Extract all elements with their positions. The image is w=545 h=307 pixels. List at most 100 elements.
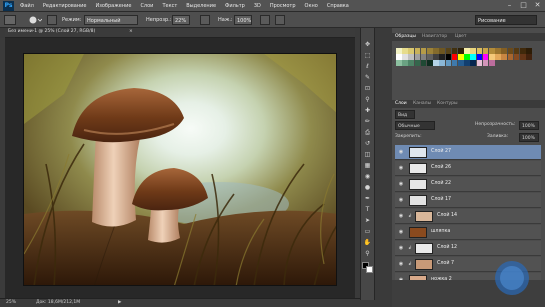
layer-row[interactable]: ◉ ↲ Слой 12 bbox=[395, 241, 541, 256]
swatch[interactable] bbox=[402, 54, 408, 60]
swatch[interactable] bbox=[489, 60, 495, 66]
swatch[interactable] bbox=[513, 48, 520, 54]
menu-item[interactable]: Фильтр bbox=[225, 3, 245, 9]
swatches-panel-tab[interactable]: Цвет bbox=[455, 34, 467, 39]
flow-input[interactable]: 100% bbox=[234, 15, 252, 25]
layer-opacity-input[interactable]: 100% bbox=[519, 121, 539, 130]
minimize-icon[interactable]: – bbox=[505, 1, 514, 10]
stamp-icon[interactable]: ⎙ bbox=[362, 128, 373, 137]
zoom-readout[interactable]: 25% bbox=[6, 300, 16, 305]
swatch[interactable] bbox=[507, 48, 514, 54]
menu-item[interactable]: Файл bbox=[20, 3, 34, 9]
airbrush-icon[interactable] bbox=[260, 15, 270, 25]
swatch[interactable] bbox=[396, 60, 402, 66]
swatch[interactable] bbox=[507, 54, 514, 60]
swatch[interactable] bbox=[445, 60, 452, 66]
zoom-icon[interactable]: ⚲ bbox=[362, 249, 373, 258]
swatch[interactable] bbox=[451, 54, 458, 60]
swatch[interactable] bbox=[501, 48, 507, 54]
layers-panel-tab[interactable]: Каналы bbox=[413, 101, 431, 106]
swatch[interactable] bbox=[408, 54, 414, 60]
swatch[interactable] bbox=[408, 60, 414, 66]
swatches-panel-tab[interactable]: Образцы bbox=[395, 34, 416, 39]
swatch[interactable] bbox=[464, 54, 470, 60]
mode-select[interactable]: Нормальный bbox=[84, 15, 138, 25]
swatch[interactable] bbox=[476, 54, 483, 60]
quick-select-icon[interactable]: ✎ bbox=[362, 73, 373, 82]
swatch[interactable] bbox=[433, 60, 439, 66]
layer-row[interactable]: ◉ Слой 27 bbox=[395, 145, 541, 160]
swatch[interactable] bbox=[482, 48, 489, 54]
swatch[interactable] bbox=[458, 60, 464, 66]
swatch[interactable] bbox=[520, 54, 526, 60]
swatch[interactable] bbox=[420, 60, 427, 66]
brush-icon[interactable]: ✏ bbox=[362, 117, 373, 126]
menu-item[interactable]: 3D bbox=[254, 3, 261, 9]
swatches-panel-tab[interactable]: Навигатор bbox=[422, 34, 447, 39]
layer-row[interactable]: ◉ Слой 26 bbox=[395, 161, 541, 176]
visibility-eye-icon[interactable]: ◉ bbox=[397, 261, 405, 267]
brush-preset-picker[interactable] bbox=[28, 15, 43, 25]
swatch[interactable] bbox=[396, 54, 402, 60]
document-tab[interactable]: Без имени-1 @ 25% (Слой 27, RGB/8) × bbox=[5, 28, 355, 38]
swatch[interactable] bbox=[402, 48, 408, 54]
workspace-select[interactable]: Рисование bbox=[475, 15, 537, 25]
visibility-eye-icon[interactable]: ◉ bbox=[397, 245, 405, 251]
crop-icon[interactable]: ⊡ bbox=[362, 84, 373, 93]
maximize-icon[interactable]: □ bbox=[519, 1, 528, 10]
layer-row[interactable]: ◉ шляпка bbox=[395, 225, 541, 240]
visibility-eye-icon[interactable]: ◉ bbox=[397, 149, 405, 155]
fill-input[interactable]: 100% bbox=[519, 133, 539, 142]
swatch[interactable] bbox=[427, 54, 433, 60]
pen-icon[interactable]: ✒ bbox=[362, 194, 373, 203]
brush-panel-toggle-icon[interactable] bbox=[47, 15, 57, 25]
layers-panel-tab[interactable]: Контуры bbox=[437, 101, 458, 106]
swatch[interactable] bbox=[501, 54, 507, 60]
swatch[interactable] bbox=[439, 54, 445, 60]
close-icon[interactable]: ✕ bbox=[533, 1, 542, 10]
swatch[interactable] bbox=[433, 48, 439, 54]
gradient-icon[interactable]: ▦ bbox=[362, 161, 373, 170]
swatch[interactable] bbox=[414, 60, 421, 66]
layer-row[interactable]: ◉ ↲ Слой 14 bbox=[395, 209, 541, 224]
background-color-swatch[interactable] bbox=[366, 266, 373, 273]
swatch[interactable] bbox=[470, 60, 476, 66]
pressure-opacity-icon[interactable] bbox=[200, 15, 210, 25]
swatch[interactable] bbox=[526, 48, 532, 54]
opacity-input[interactable]: 22% bbox=[172, 15, 190, 25]
swatch[interactable] bbox=[396, 48, 402, 54]
swatch[interactable] bbox=[414, 54, 421, 60]
swatch[interactable] bbox=[420, 48, 427, 54]
swatch[interactable] bbox=[427, 60, 433, 66]
menu-item[interactable]: Окно bbox=[305, 3, 318, 9]
swatch[interactable] bbox=[476, 48, 483, 54]
menu-item[interactable]: Слои bbox=[140, 3, 153, 9]
menu-item[interactable]: Просмотр bbox=[270, 3, 296, 9]
layer-kind-filter[interactable]: Вид bbox=[395, 110, 415, 119]
swatch[interactable] bbox=[439, 60, 445, 66]
swatch[interactable] bbox=[458, 48, 464, 54]
visibility-eye-icon[interactable]: ◉ bbox=[397, 213, 405, 219]
swatch[interactable] bbox=[482, 60, 489, 66]
swatch[interactable] bbox=[489, 54, 495, 60]
menu-item[interactable]: Изображение bbox=[95, 3, 131, 9]
swatch[interactable] bbox=[458, 54, 464, 60]
swatch[interactable] bbox=[495, 48, 501, 54]
status-menu-arrow-icon[interactable]: ▶ bbox=[118, 300, 121, 305]
hand-icon[interactable]: ✋ bbox=[362, 238, 373, 247]
swatch[interactable] bbox=[489, 48, 495, 54]
swatch[interactable] bbox=[408, 48, 414, 54]
lasso-icon[interactable]: ℓ bbox=[362, 62, 373, 71]
canvas-artwork-mushrooms[interactable] bbox=[23, 53, 337, 286]
menu-item[interactable]: Справка bbox=[327, 3, 349, 9]
swatch[interactable] bbox=[482, 54, 489, 60]
visibility-eye-icon[interactable]: ◉ bbox=[397, 181, 405, 187]
shape-icon[interactable]: ▭ bbox=[362, 227, 373, 236]
close-tab-icon[interactable]: × bbox=[129, 29, 133, 34]
home-tool-icon[interactable] bbox=[4, 15, 16, 25]
swatch[interactable] bbox=[451, 48, 458, 54]
swatch[interactable] bbox=[470, 48, 476, 54]
marquee-icon[interactable]: ⬚ bbox=[362, 51, 373, 60]
menu-item[interactable]: Текст bbox=[162, 3, 177, 9]
visibility-eye-icon[interactable]: ◉ bbox=[397, 165, 405, 171]
